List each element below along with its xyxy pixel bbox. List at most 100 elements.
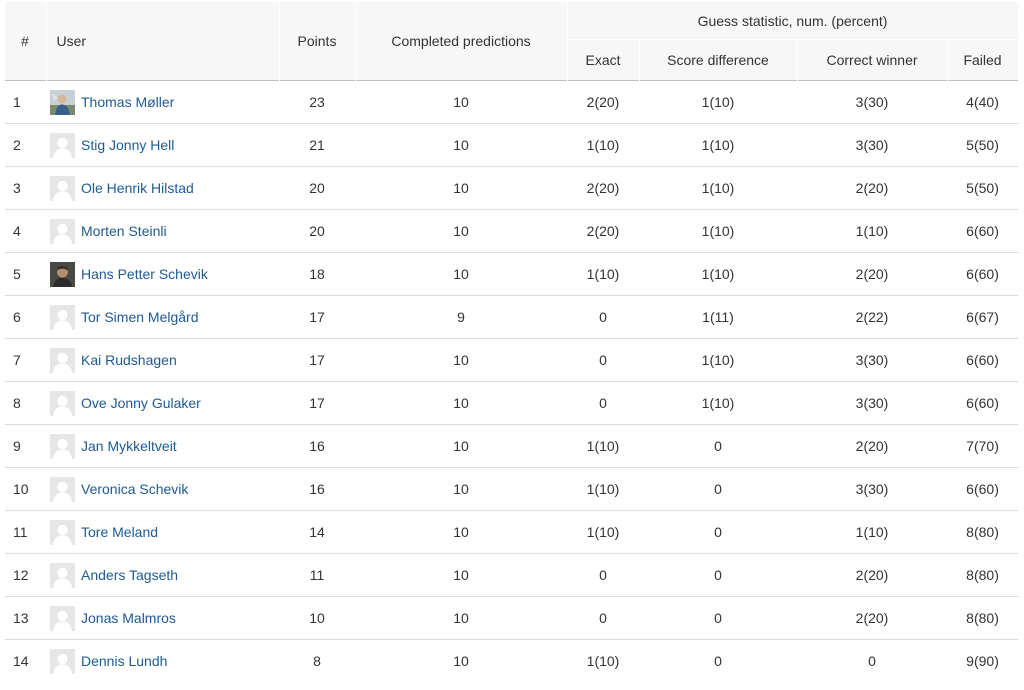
score-difference-cell: 1(10) xyxy=(639,338,797,382)
default-avatar[interactable] xyxy=(50,562,75,588)
user-info: Veronica Schevik xyxy=(50,476,279,502)
default-avatar[interactable] xyxy=(50,132,75,158)
user-name-link[interactable]: Dennis Lundh xyxy=(81,653,167,669)
header-score-difference[interactable]: Score difference xyxy=(639,39,798,81)
default-avatar[interactable] xyxy=(50,605,75,631)
default-avatar[interactable] xyxy=(50,519,75,545)
user-cell: Morten Steinli xyxy=(46,209,279,253)
exact-cell: 2(20) xyxy=(567,209,639,253)
completed-predictions-cell: 10 xyxy=(355,510,567,554)
user-name-link[interactable]: Ove Jonny Gulaker xyxy=(81,395,201,411)
user-name-link[interactable]: Kai Rudshagen xyxy=(81,352,177,368)
user-cell: Jonas Malmros xyxy=(46,596,279,640)
photo-avatar-2[interactable] xyxy=(50,261,75,287)
rank-cell: 5 xyxy=(5,252,46,296)
user-name-link[interactable]: Anders Tagseth xyxy=(81,567,178,583)
correct-winner-cell: 3(30) xyxy=(797,338,947,382)
user-cell: Hans Petter Schevik xyxy=(46,252,279,296)
default-avatar[interactable] xyxy=(50,218,75,244)
exact-cell: 0 xyxy=(567,338,639,382)
photo-avatar-1[interactable] xyxy=(50,89,75,115)
default-avatar[interactable] xyxy=(50,390,75,416)
header-failed[interactable]: Failed xyxy=(947,39,1019,81)
default-avatar[interactable] xyxy=(50,476,75,502)
score-difference-cell: 0 xyxy=(639,510,797,554)
default-avatar[interactable] xyxy=(50,648,75,674)
completed-predictions-cell: 10 xyxy=(355,252,567,296)
failed-cell: 5(50) xyxy=(947,166,1019,210)
exact-cell: 0 xyxy=(567,295,639,339)
correct-winner-cell: 2(20) xyxy=(797,553,947,597)
rank-cell: 13 xyxy=(5,596,46,640)
rank-cell: 2 xyxy=(5,123,46,167)
user-cell: Ove Jonny Gulaker xyxy=(46,381,279,425)
default-avatar[interactable] xyxy=(50,304,75,330)
points-cell: 20 xyxy=(279,209,355,253)
table-row: 14 Dennis Lundh 8 10 1(10) 0 0 9(90) xyxy=(5,639,1019,683)
points-cell: 11 xyxy=(279,553,355,597)
exact-cell: 2(20) xyxy=(567,80,639,124)
user-info: Tor Simen Melgård xyxy=(50,304,279,330)
failed-cell: 6(60) xyxy=(947,338,1019,382)
header-user[interactable]: User xyxy=(46,2,280,81)
correct-winner-cell: 0 xyxy=(797,639,947,683)
leaderboard-table: # User Points Completed predictions Gues… xyxy=(5,2,1019,683)
exact-cell: 0 xyxy=(567,381,639,425)
user-name-link[interactable]: Jan Mykkeltveit xyxy=(81,438,177,454)
user-name-link[interactable]: Tore Meland xyxy=(81,524,158,540)
header-correct-winner[interactable]: Correct winner xyxy=(797,39,948,81)
points-cell: 17 xyxy=(279,381,355,425)
points-cell: 18 xyxy=(279,252,355,296)
user-info: Thomas Møller xyxy=(50,89,279,115)
exact-cell: 1(10) xyxy=(567,123,639,167)
correct-winner-cell: 2(20) xyxy=(797,166,947,210)
table-header: # User Points Completed predictions Gues… xyxy=(5,2,1019,81)
points-cell: 14 xyxy=(279,510,355,554)
user-name-link[interactable]: Ole Henrik Hilstad xyxy=(81,180,194,196)
table-row: 7 Kai Rudshagen 17 10 0 1(10) 3(30) 6(60) xyxy=(5,338,1019,382)
user-name-link[interactable]: Tor Simen Melgård xyxy=(81,309,199,325)
failed-cell: 9(90) xyxy=(947,639,1019,683)
exact-cell: 1(10) xyxy=(567,510,639,554)
correct-winner-cell: 1(10) xyxy=(797,510,947,554)
points-cell: 10 xyxy=(279,596,355,640)
user-name-link[interactable]: Stig Jonny Hell xyxy=(81,137,174,153)
header-guess-statistic: Guess statistic, num. (percent) xyxy=(567,2,1019,40)
user-info: Stig Jonny Hell xyxy=(50,132,279,158)
user-name-link[interactable]: Veronica Schevik xyxy=(81,481,188,497)
completed-predictions-cell: 10 xyxy=(355,596,567,640)
rank-cell: 9 xyxy=(5,424,46,468)
user-name-link[interactable]: Thomas Møller xyxy=(81,94,174,110)
user-name-link[interactable]: Jonas Malmros xyxy=(81,610,176,626)
correct-winner-cell: 3(30) xyxy=(797,123,947,167)
failed-cell: 6(60) xyxy=(947,209,1019,253)
default-avatar[interactable] xyxy=(50,175,75,201)
failed-cell: 5(50) xyxy=(947,123,1019,167)
user-info: Ole Henrik Hilstad xyxy=(50,175,279,201)
user-info: Ove Jonny Gulaker xyxy=(50,390,279,416)
header-rank[interactable]: # xyxy=(5,2,47,81)
user-cell: Ole Henrik Hilstad xyxy=(46,166,279,210)
correct-winner-cell: 3(30) xyxy=(797,381,947,425)
exact-cell: 0 xyxy=(567,553,639,597)
user-name-link[interactable]: Morten Steinli xyxy=(81,223,167,239)
table-row: 3 Ole Henrik Hilstad 20 10 2(20) 1(10) 2(20) 5(… xyxy=(5,166,1019,210)
header-completed-predictions[interactable]: Completed predictions xyxy=(355,2,568,81)
completed-predictions-cell: 9 xyxy=(355,295,567,339)
completed-predictions-cell: 10 xyxy=(355,123,567,167)
leaderboard-container: # User Points Completed predictions Gues… xyxy=(5,2,1019,683)
user-cell: Tore Meland xyxy=(46,510,279,554)
default-avatar[interactable] xyxy=(50,433,75,459)
score-difference-cell: 1(10) xyxy=(639,123,797,167)
rank-cell: 7 xyxy=(5,338,46,382)
table-row: 9 Jan Mykkeltveit 16 10 1(10) 0 2(20) 7(70) xyxy=(5,424,1019,468)
completed-predictions-cell: 10 xyxy=(355,639,567,683)
correct-winner-cell: 1(10) xyxy=(797,209,947,253)
failed-cell: 7(70) xyxy=(947,424,1019,468)
score-difference-cell: 1(10) xyxy=(639,80,797,124)
default-avatar[interactable] xyxy=(50,347,75,373)
header-points[interactable]: Points xyxy=(279,2,356,81)
header-exact[interactable]: Exact xyxy=(567,39,640,81)
user-name-link[interactable]: Hans Petter Schevik xyxy=(81,266,208,282)
table-row: 12 Anders Tagseth 11 10 0 0 2(20) 8(80) xyxy=(5,553,1019,597)
